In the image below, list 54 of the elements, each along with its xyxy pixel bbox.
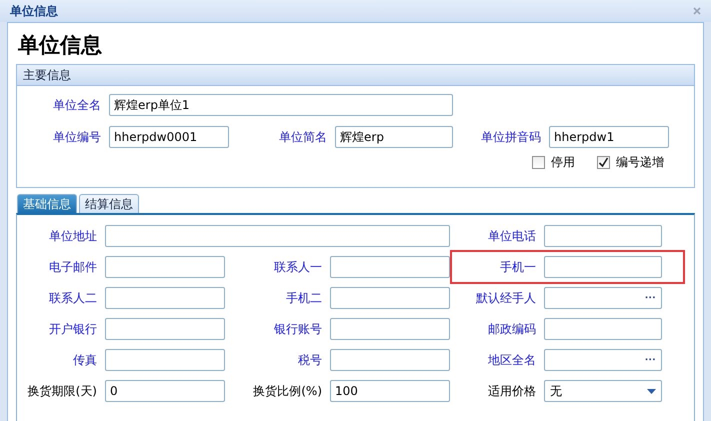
field-label: 单位简名: [278, 128, 327, 146]
tab[interactable]: 基础信息: [17, 194, 77, 213]
text-field[interactable]: [330, 318, 450, 340]
ellipsis-button[interactable]: ···: [645, 354, 656, 366]
field-label: 电子邮件: [48, 258, 97, 276]
field-label: 传真: [72, 352, 97, 368]
dropdown-icon: [647, 388, 656, 394]
text-field[interactable]: [330, 287, 450, 309]
text-field[interactable]: [105, 318, 225, 340]
field-label: 手机二: [285, 290, 322, 306]
text-field[interactable]: 100: [330, 380, 450, 402]
page-heading: 单位信息: [18, 32, 103, 59]
field-label: 默认经手人: [475, 290, 536, 306]
field-label: 换货期限(天): [26, 382, 97, 400]
address-field[interactable]: [105, 225, 450, 247]
text-field[interactable]: 辉煌erp单位1: [109, 94, 453, 116]
select-field[interactable]: 无: [544, 380, 662, 402]
lookup-field[interactable]: ···: [544, 287, 662, 309]
lookup-field[interactable]: ···: [544, 349, 662, 371]
close-icon[interactable]: [693, 7, 701, 15]
field-label: 单位编号: [52, 128, 101, 146]
field-label: 适用价格: [487, 382, 536, 400]
text-field[interactable]: [105, 256, 225, 278]
text-field[interactable]: [544, 318, 662, 340]
text-field[interactable]: [105, 287, 225, 309]
text-field[interactable]: [544, 256, 662, 278]
checkbox[interactable]: 停用: [532, 154, 575, 171]
text-field[interactable]: 辉煌erp: [335, 126, 453, 148]
field-label: 单位电话: [487, 228, 536, 244]
text-field[interactable]: [330, 349, 450, 371]
field-label: 单位全名: [52, 96, 101, 114]
field-label: 开户银行: [48, 320, 97, 338]
field-label: 单位地址: [48, 228, 97, 244]
field-label: 银行账号: [273, 320, 322, 338]
field-label: 税号: [297, 352, 322, 368]
field-label: 换货比例(%): [252, 382, 322, 400]
ellipsis-button[interactable]: ···: [645, 292, 656, 304]
field-label: 联系人一: [273, 258, 322, 276]
text-field[interactable]: [544, 225, 662, 247]
field-label: 地区全名: [487, 352, 536, 368]
text-field[interactable]: [330, 256, 450, 278]
field-label: 联系人二: [48, 290, 97, 306]
window-title: 单位信息: [10, 2, 58, 20]
field-label: 单位拼音码: [480, 128, 541, 146]
text-field[interactable]: hherpdw0001: [109, 126, 229, 148]
field-label: 手机一: [499, 258, 536, 276]
text-field[interactable]: [105, 349, 225, 371]
field-label: 邮政编码: [487, 320, 536, 338]
section-title: 主要信息: [23, 66, 71, 84]
tab[interactable]: 结算信息: [79, 194, 139, 213]
check-icon: [598, 157, 609, 168]
text-field[interactable]: 0: [105, 380, 225, 402]
text-field[interactable]: hherpdw1: [549, 126, 669, 148]
checkbox[interactable]: 编号递增: [597, 154, 664, 171]
